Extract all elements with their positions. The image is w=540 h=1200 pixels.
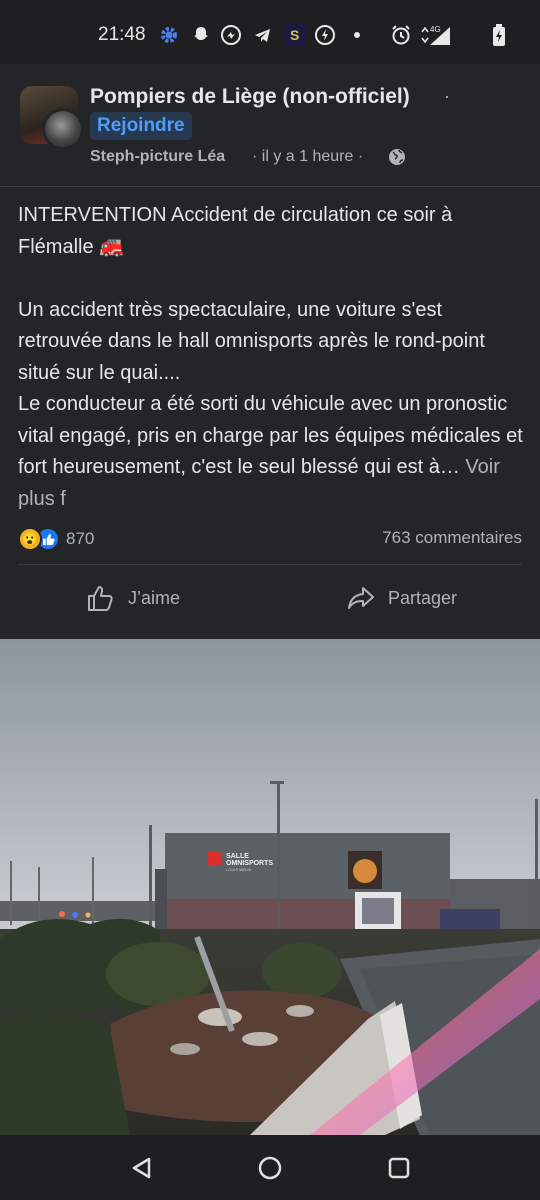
public-globe-icon (388, 148, 406, 166)
thumbs-up-icon (88, 586, 113, 611)
telegram-icon (252, 24, 274, 46)
status-bar: 21:48 S 4G (0, 0, 540, 64)
network-label: 4G (430, 25, 441, 34)
header-divider (0, 186, 540, 187)
share-label: Partager (388, 587, 458, 608)
join-group-button[interactable]: Rejoindre (90, 112, 192, 140)
reaction-count: 870 (66, 529, 95, 548)
post-photo[interactable]: SALLE OMNISPORTS LOUIS MELIN (0, 639, 540, 1135)
home-circle-icon[interactable] (257, 1155, 283, 1181)
post-paragraph-3: Le conducteur a été sorti du véhicule av… (18, 389, 528, 515)
comment-count[interactable]: 763 commentaires (382, 528, 522, 548)
group-name[interactable]: Pompiers de Liège (non-officiel) (90, 85, 410, 109)
actions-divider (18, 564, 522, 565)
system-nav-bar (0, 1135, 540, 1200)
power-icon (314, 24, 336, 46)
like-label: J’aime (128, 587, 181, 608)
app-s-icon: S (284, 24, 306, 46)
back-triangle-icon[interactable] (128, 1155, 154, 1181)
author-name[interactable]: Steph-picture Léa (90, 148, 225, 166)
like-button[interactable]: J’aime (86, 578, 180, 618)
separator-dot: · (444, 86, 450, 106)
snapchat-icon (190, 24, 212, 46)
sign-line-3: LOUIS MELIN (226, 867, 251, 872)
group-avatar[interactable] (20, 86, 84, 150)
share-arrow-icon (348, 587, 374, 609)
post-paragraph-2: Un accident très spectaculaire, une voit… (18, 298, 485, 384)
post-paragraph-1: INTERVENTION Accident de circulation ce … (18, 204, 453, 258)
status-time: 21:48 (98, 24, 146, 45)
sign-line-1: SALLE (226, 853, 249, 860)
share-button[interactable]: Partager (346, 578, 457, 618)
alarm-icon (390, 24, 412, 46)
post-paragraph-3-text: Le conducteur a été sorti du véhicule av… (18, 393, 523, 478)
battery-charging-icon (488, 24, 510, 46)
signal-4g-icon: 4G (420, 24, 454, 46)
post-time[interactable]: · il y a 1 heure · (252, 148, 363, 166)
accident-scene-image: SALLE OMNISPORTS LOUIS MELIN (0, 639, 540, 1135)
reactions-summary[interactable]: 😮 870 (18, 526, 94, 552)
messenger-icon (220, 24, 242, 46)
author-avatar[interactable] (42, 108, 84, 150)
svg-text:S: S (290, 27, 299, 43)
post-body: INTERVENTION Accident de circulation ce … (18, 200, 528, 515)
recents-square-icon[interactable] (386, 1155, 412, 1181)
dot-icon (346, 24, 368, 46)
sign-line-2: OMNISPORTS (226, 860, 273, 867)
wow-reaction-icon: 😮 (18, 527, 42, 551)
gear-icon (158, 24, 180, 46)
